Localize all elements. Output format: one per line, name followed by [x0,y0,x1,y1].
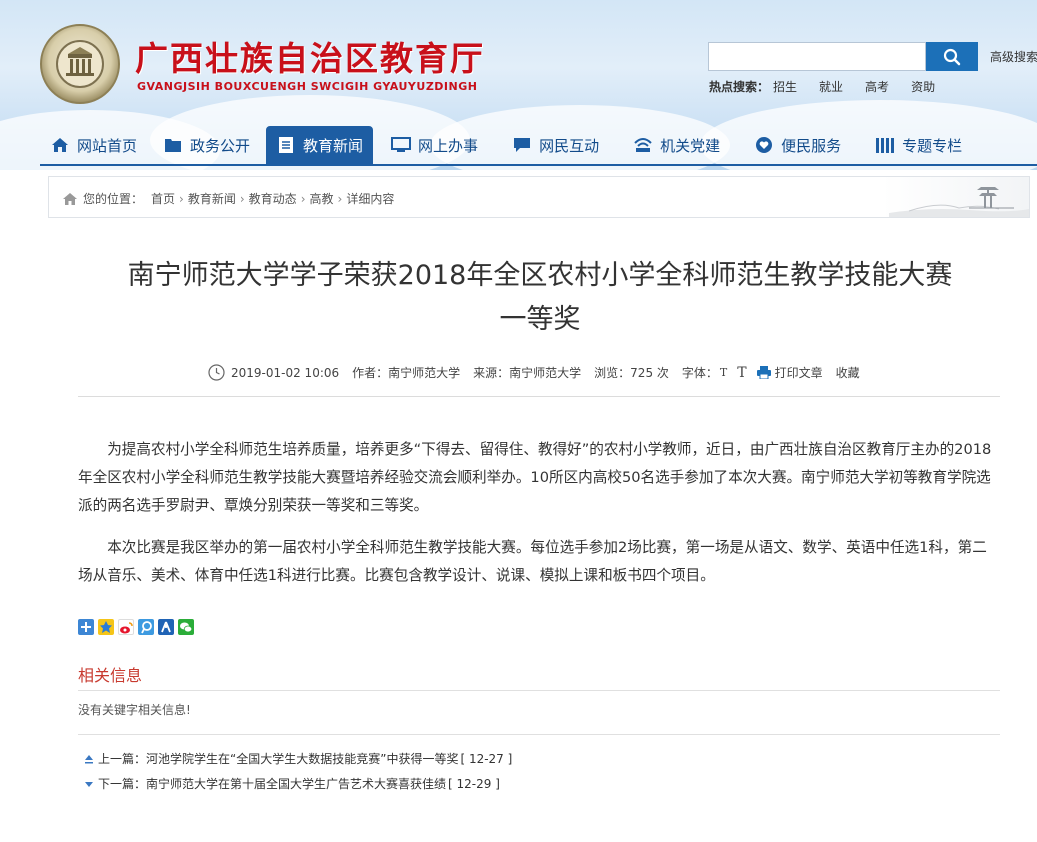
divider [78,396,1000,397]
tencent-weibo-icon[interactable] [138,619,154,635]
article-paragraph: 本次比赛是我区举办的第一届农村小学全科师范生教学技能大赛。每位选手参加2场比赛，… [78,539,987,584]
pavilion-decoration [889,187,1029,217]
folder-icon [163,136,183,154]
divider [78,690,1000,691]
font-size-label: 字体： [681,366,718,380]
breadcrumb-separator: › [179,191,184,206]
search-icon [943,48,961,65]
breadcrumb: 您的位置： 首页 › 教育新闻 › 教育动态 › 高教 › 详细内容 [48,176,1030,218]
arrow-up-icon [85,754,93,763]
previous-article[interactable]: 上一篇： 河池学院学生在“全国大学生大数据技能竞赛”中获得一等奖 [ 12-27… [84,750,512,767]
nav-item-topics[interactable]: 专题专栏 [865,126,972,164]
divider [78,734,1000,735]
chat-icon [512,136,532,154]
hot-search: 热点搜索： 招生 就业 高考 资助 [709,78,957,95]
monitor-icon [391,136,412,154]
home-icon [50,136,70,154]
article-title: 南宁师范大学学子荣获2018年全区农村小学全科师范生教学技能大赛 一等奖 [70,254,1010,342]
clock-icon [208,364,225,381]
nav-item-online-services[interactable]: 网上办事 [381,126,488,164]
share-bar [78,619,194,635]
next-title[interactable]: 南宁师范大学在第十届全国大学生广告艺术大赛喜获佳绩 [146,775,446,792]
nav-item-government[interactable]: 政务公开 [153,126,260,164]
next-article[interactable]: 下一篇： 南宁师范大学在第十届全国大学生广告艺术大赛喜获佳绩 [ 12-29 ] [84,775,500,792]
home-icon [63,192,77,205]
main-nav: 网站首页 政务公开 教育新闻 网上办事 网民互动 机关党建 便民服务 专题专栏 [40,126,972,164]
site-subtitle: GVANGJSIH BOUXCUENGH SWCIGIH GYAUYUZDING… [137,80,478,93]
related-info-heading: 相关信息 [78,666,143,685]
document-icon [276,136,296,154]
previous-label: 上一篇： [98,752,147,766]
next-label: 下一篇： [98,777,147,791]
printer-icon [756,366,771,379]
nav-item-home[interactable]: 网站首页 [40,126,147,164]
favorite-button[interactable]: 收藏 [836,364,860,381]
related-info-empty: 没有关键字相关信息! [78,703,191,717]
nav-item-interaction[interactable]: 网民互动 [502,126,609,164]
article-meta: 2019-01-02 10:06 作者：南宁师范大学 来源：南宁师范大学 浏览：… [208,364,873,381]
font-large-button[interactable]: T [737,365,746,381]
nav-label: 机关党建 [660,136,721,155]
nav-label: 专题专栏 [902,136,963,155]
arrow-down-icon [85,781,93,787]
breadcrumb-separator: › [300,191,306,206]
qzone-icon[interactable] [98,619,114,635]
search-button[interactable] [926,42,978,71]
hot-search-label: 热点搜索： [709,80,770,94]
nav-label: 网民互动 [539,136,600,155]
article-body: 为提高农村小学全科师范生培养质量，培养更多“下得去、留得住、教得好”的农村小学教… [78,436,1000,604]
renren-icon[interactable] [158,619,174,635]
weibo-icon[interactable] [118,619,134,635]
article-title-line: 南宁师范大学学子荣获2018年全区农村小学全科师范生教学技能大赛 [127,260,953,291]
article-date: 2019-01-02 10:06 [231,365,340,380]
next-date: [ 12-29 ] [448,776,500,791]
wechat-icon[interactable] [178,619,194,635]
hot-keyword[interactable]: 招生 [773,78,797,95]
nav-label: 网站首页 [77,136,138,155]
hot-keyword[interactable]: 高考 [865,78,889,95]
site-title[interactable]: 广西壮族自治区教育厅 [135,32,485,80]
breadcrumb-link[interactable]: 教育动态 [249,190,297,207]
emblem-logo[interactable] [40,24,120,104]
breadcrumb-separator: › [337,191,343,206]
advanced-search-link[interactable]: 高级搜索 [990,48,1037,65]
nav-item-news[interactable]: 教育新闻 [266,126,374,164]
article-author: 作者：南宁师范大学 [352,366,461,380]
article-views: 浏览：725 次 [594,366,669,380]
print-button[interactable]: 打印文章 [775,364,823,381]
nav-label: 政务公开 [190,136,251,155]
nav-label: 便民服务 [781,136,842,155]
nav-item-party[interactable]: 机关党建 [623,126,730,164]
nav-label: 教育新闻 [303,136,364,155]
article-source: 来源：南宁师范大学 [473,366,582,380]
heart-icon [754,136,774,154]
hot-keyword[interactable]: 资助 [911,78,935,95]
columns-icon [875,136,895,154]
article-title-line: 一等奖 [499,304,581,335]
breadcrumb-current: 详细内容 [346,192,395,206]
font-small-button[interactable]: T [720,366,727,379]
breadcrumb-link[interactable]: 高教 [310,190,334,207]
breadcrumb-separator: › [239,191,245,206]
building-icon [633,136,653,154]
previous-title[interactable]: 河池学院学生在“全国大学生大数据技能竞赛”中获得一等奖 [146,750,458,767]
nav-label: 网上办事 [418,136,479,155]
breadcrumb-link[interactable]: 首页 [151,190,175,207]
breadcrumb-link[interactable]: 教育新闻 [188,190,236,207]
article-paragraph: 为提高农村小学全科师范生培养质量，培养更多“下得去、留得住、教得好”的农村小学教… [78,441,992,514]
search-input[interactable] [708,42,926,71]
nav-item-services[interactable]: 便民服务 [744,126,851,164]
breadcrumb-prefix: 您的位置： [83,192,144,206]
nav-underline [40,164,1037,166]
previous-date: [ 12-27 ] [460,751,513,766]
hot-keyword[interactable]: 就业 [819,78,843,95]
share-more-icon[interactable] [78,619,94,635]
site-header: 广西壮族自治区教育厅 GVANGJSIH BOUXCUENGH SWCIGIH … [0,0,1037,170]
